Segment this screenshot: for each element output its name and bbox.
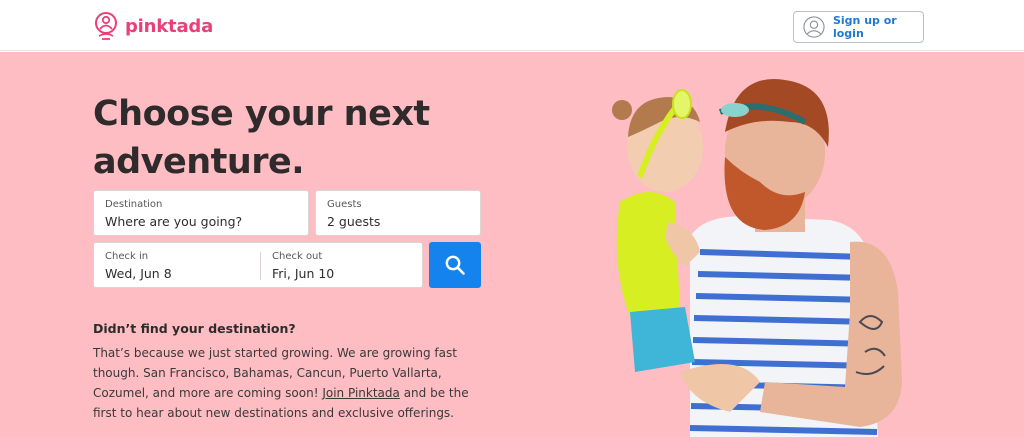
signup-login-label: Sign up or login [832,14,897,40]
checkout-value[interactable]: Fri, Jun 10 [272,266,412,281]
hero-photo [612,79,902,437]
join-pinktada-link[interactable]: Join Pinktada [322,386,400,400]
hero-headline: Choose your next adventure. [93,94,430,182]
brand-name: pinktada [125,15,214,37]
brand-logo[interactable]: pinktada [93,12,213,40]
guests-field[interactable]: Guests 2 guests [315,190,481,236]
top-navbar: pinktada Sign up or login [0,0,1024,51]
search-button[interactable] [429,242,481,288]
hero-section: Choose your next adventure. Destination … [0,52,1024,437]
checkout-label: Check out [272,251,323,262]
destination-label: Destination [105,199,163,210]
pinktada-logo-icon [95,12,117,40]
destination-input[interactable]: Where are you going? [105,214,297,229]
checkin-value[interactable]: Wed, Jun 8 [105,266,249,281]
checkin-field[interactable]: Check in Wed, Jun 8 [94,243,260,289]
guests-label: Guests [327,199,362,210]
user-avatar-icon [803,16,825,38]
dates-field: Check in Wed, Jun 8 Check out Fri, Jun 1… [93,242,423,288]
search-icon [445,255,465,275]
info-paragraph: That’s because we just started growing. … [93,343,493,423]
guests-value[interactable]: 2 guests [327,214,469,229]
checkout-field[interactable]: Check out Fri, Jun 10 [261,243,423,289]
info-title: Didn’t find your destination? [93,321,296,336]
signup-login-button[interactable]: Sign up or login [793,11,924,43]
destination-field[interactable]: Destination Where are you going? [93,190,309,236]
checkin-label: Check in [105,251,149,262]
